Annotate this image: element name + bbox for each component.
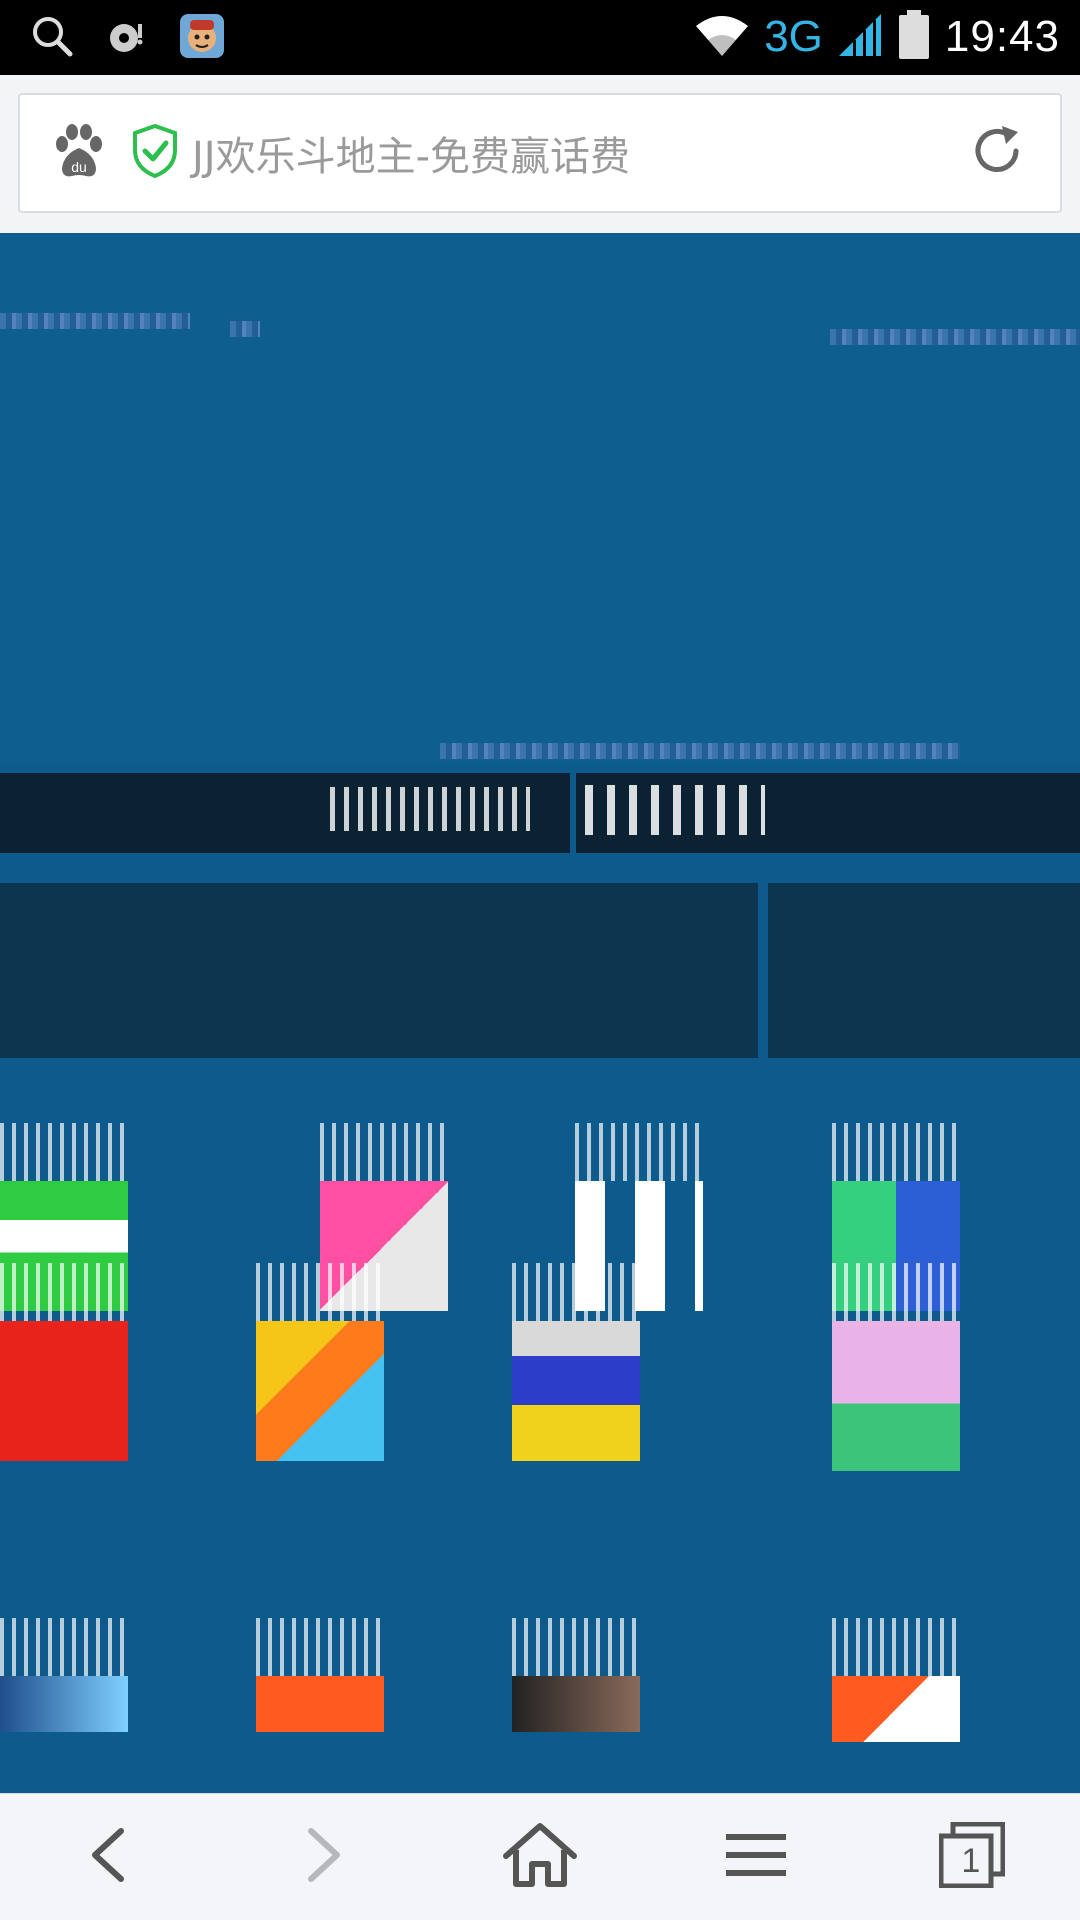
game-tile[interactable] xyxy=(0,1263,128,1461)
header-strip xyxy=(0,773,1080,853)
wifi-icon xyxy=(694,12,750,62)
game-tile[interactable] xyxy=(256,1263,384,1461)
app-avatar-icon xyxy=(178,12,226,64)
page-title: JJ欢乐斗地主-免费赢话费 xyxy=(192,134,631,180)
address-bar[interactable]: du JJ欢乐斗地主-免费赢话费 xyxy=(18,93,1062,213)
game-tile[interactable] xyxy=(832,1618,960,1742)
forward-icon xyxy=(299,1825,349,1889)
tabs-button[interactable]: 1 xyxy=(912,1797,1032,1917)
game-tile[interactable] xyxy=(832,1263,960,1471)
game-tile[interactable] xyxy=(256,1618,384,1732)
menu-button[interactable] xyxy=(696,1797,816,1917)
promo-panel-left[interactable] xyxy=(0,883,758,1058)
back-icon xyxy=(83,1825,133,1889)
baidu-paw-icon[interactable]: du xyxy=(48,120,110,186)
battery-icon xyxy=(897,10,931,64)
svg-text:du: du xyxy=(71,159,87,175)
secure-shield-icon xyxy=(132,123,178,182)
game-tile[interactable] xyxy=(512,1618,640,1732)
status-time: 19:43 xyxy=(944,12,1060,61)
search-icon xyxy=(30,14,74,62)
signal-icon xyxy=(837,12,883,62)
refresh-icon[interactable] xyxy=(968,122,1026,184)
bottom-navigation: 1 xyxy=(0,1793,1080,1920)
game-tile[interactable] xyxy=(512,1263,640,1461)
tab-count: 1 xyxy=(961,1842,981,1881)
back-button[interactable] xyxy=(48,1797,168,1917)
podcast-icon xyxy=(104,14,148,62)
menu-icon xyxy=(724,1830,788,1884)
network-type: 3G xyxy=(764,12,823,61)
status-bar: 3G 19:43 xyxy=(0,0,1080,75)
web-page-content[interactable] xyxy=(0,233,1080,1793)
forward-button[interactable] xyxy=(264,1797,384,1917)
home-icon xyxy=(502,1822,578,1892)
game-tile[interactable] xyxy=(0,1618,128,1732)
home-button[interactable] xyxy=(480,1797,600,1917)
browser-toolbar: du JJ欢乐斗地主-免费赢话费 xyxy=(0,75,1080,233)
page-banner xyxy=(0,233,1080,763)
promo-panel-right[interactable] xyxy=(768,883,1080,1058)
